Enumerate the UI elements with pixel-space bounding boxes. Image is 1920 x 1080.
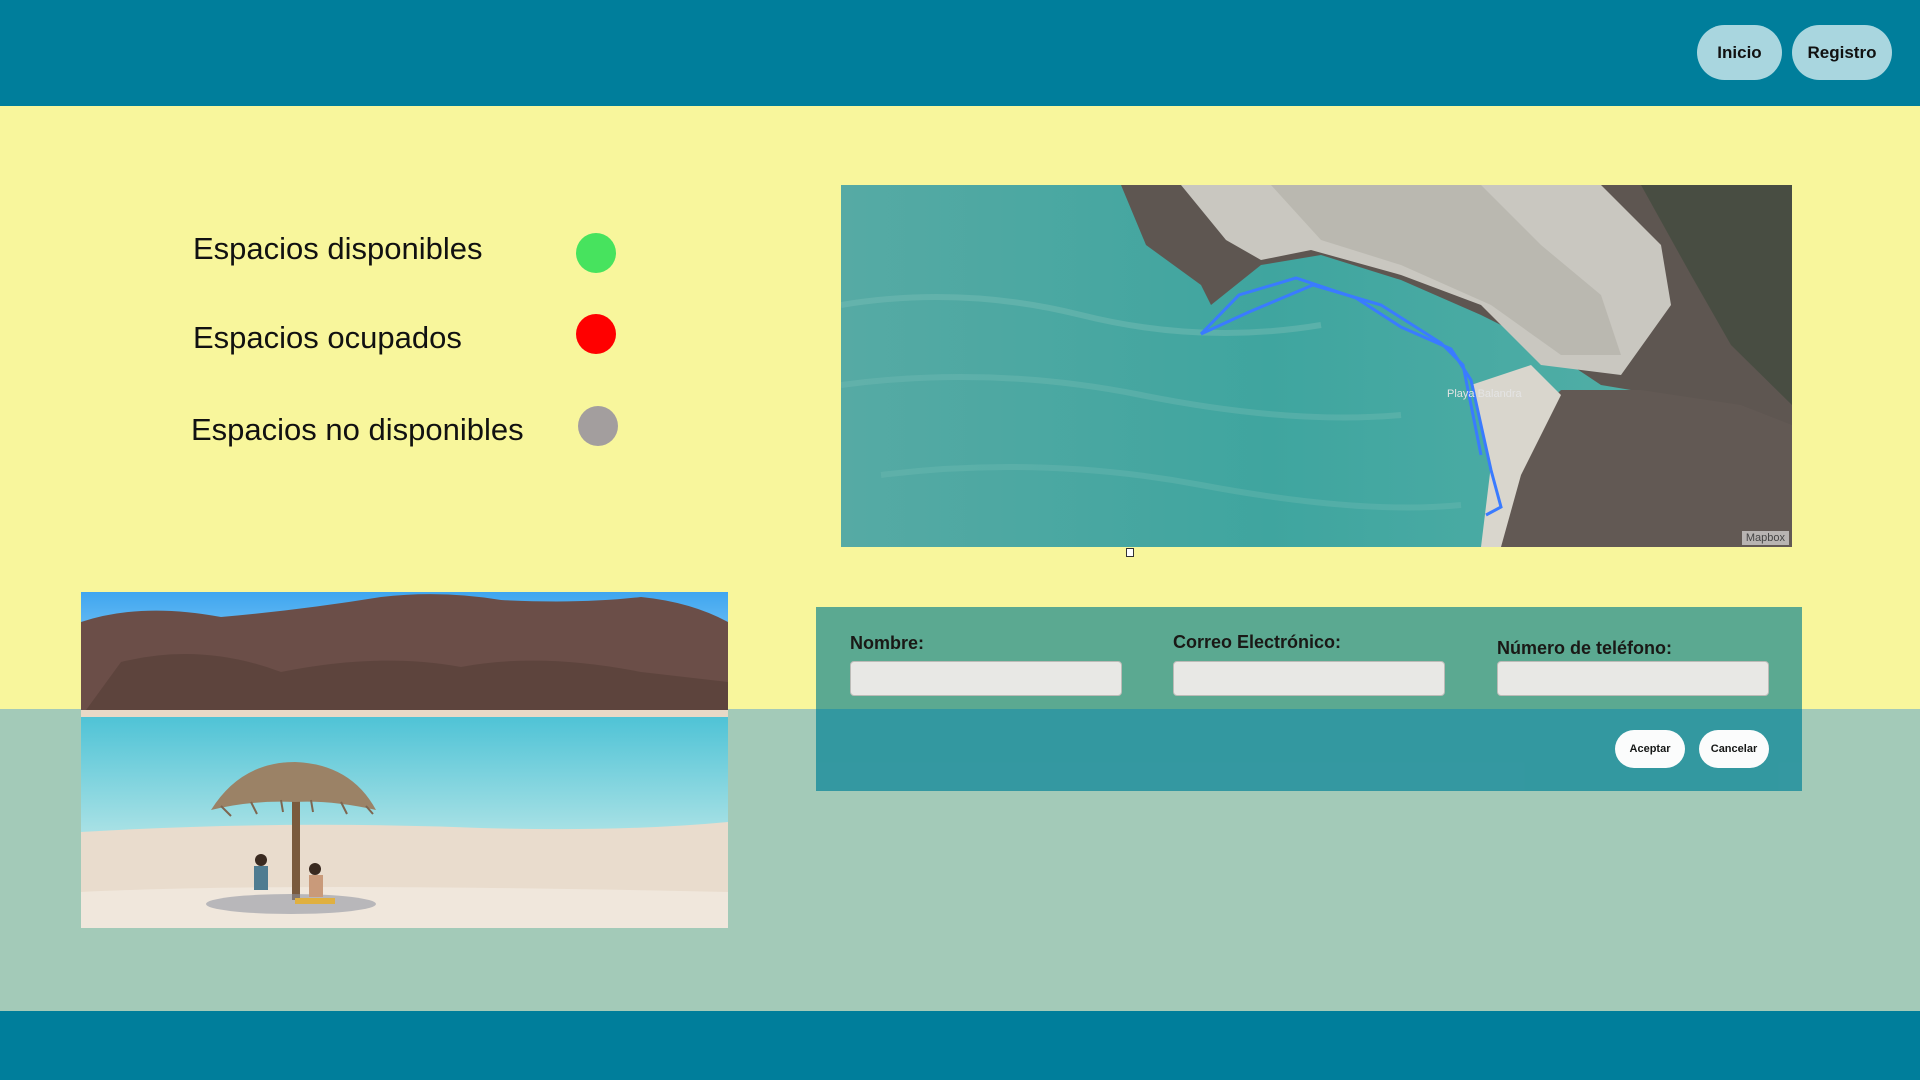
satellite-map[interactable]: Playa Balandra Mapbox [841,185,1792,547]
telefono-label: Número de teléfono: [1497,638,1673,658]
nombre-field[interactable] [850,661,1122,696]
beach-photo [81,592,728,928]
map-handle-icon[interactable] [1126,548,1134,557]
footer-bar [0,1011,1920,1080]
satellite-map-image [841,185,1792,547]
inicio-button[interactable]: Inicio [1697,25,1782,80]
top-navbar: Inicio Registro [0,0,1920,106]
occupied-status-dot-icon [576,314,616,354]
correo-label: Correo Electrónico: [1173,632,1342,652]
legend-label-available: Espacios disponibles [193,231,483,266]
cancelar-button[interactable]: Cancelar [1699,730,1769,768]
registro-button[interactable]: Registro [1792,25,1892,80]
registration-form: Nombre: Correo Electrónico: Número de te… [816,607,1802,791]
legend-item-unavailable: Espacios no disponibles [191,406,651,456]
legend-item-occupied: Espacios ocupados [193,314,653,364]
aceptar-button[interactable]: Aceptar [1615,730,1685,768]
map-attribution[interactable]: Mapbox [1741,531,1789,545]
legend-label-occupied: Espacios ocupados [193,320,462,355]
map-place-label: Playa Balandra [1447,388,1522,400]
telefono-field[interactable] [1497,661,1769,696]
legend-item-available: Espacios disponibles [193,225,653,275]
legend-label-unavailable: Espacios no disponibles [191,412,524,447]
unavailable-status-dot-icon [578,406,618,446]
correo-field[interactable] [1173,661,1445,696]
nombre-label: Nombre: [850,633,925,653]
beach-umbrella-photo-image [81,592,728,928]
available-status-dot-icon [576,233,616,273]
